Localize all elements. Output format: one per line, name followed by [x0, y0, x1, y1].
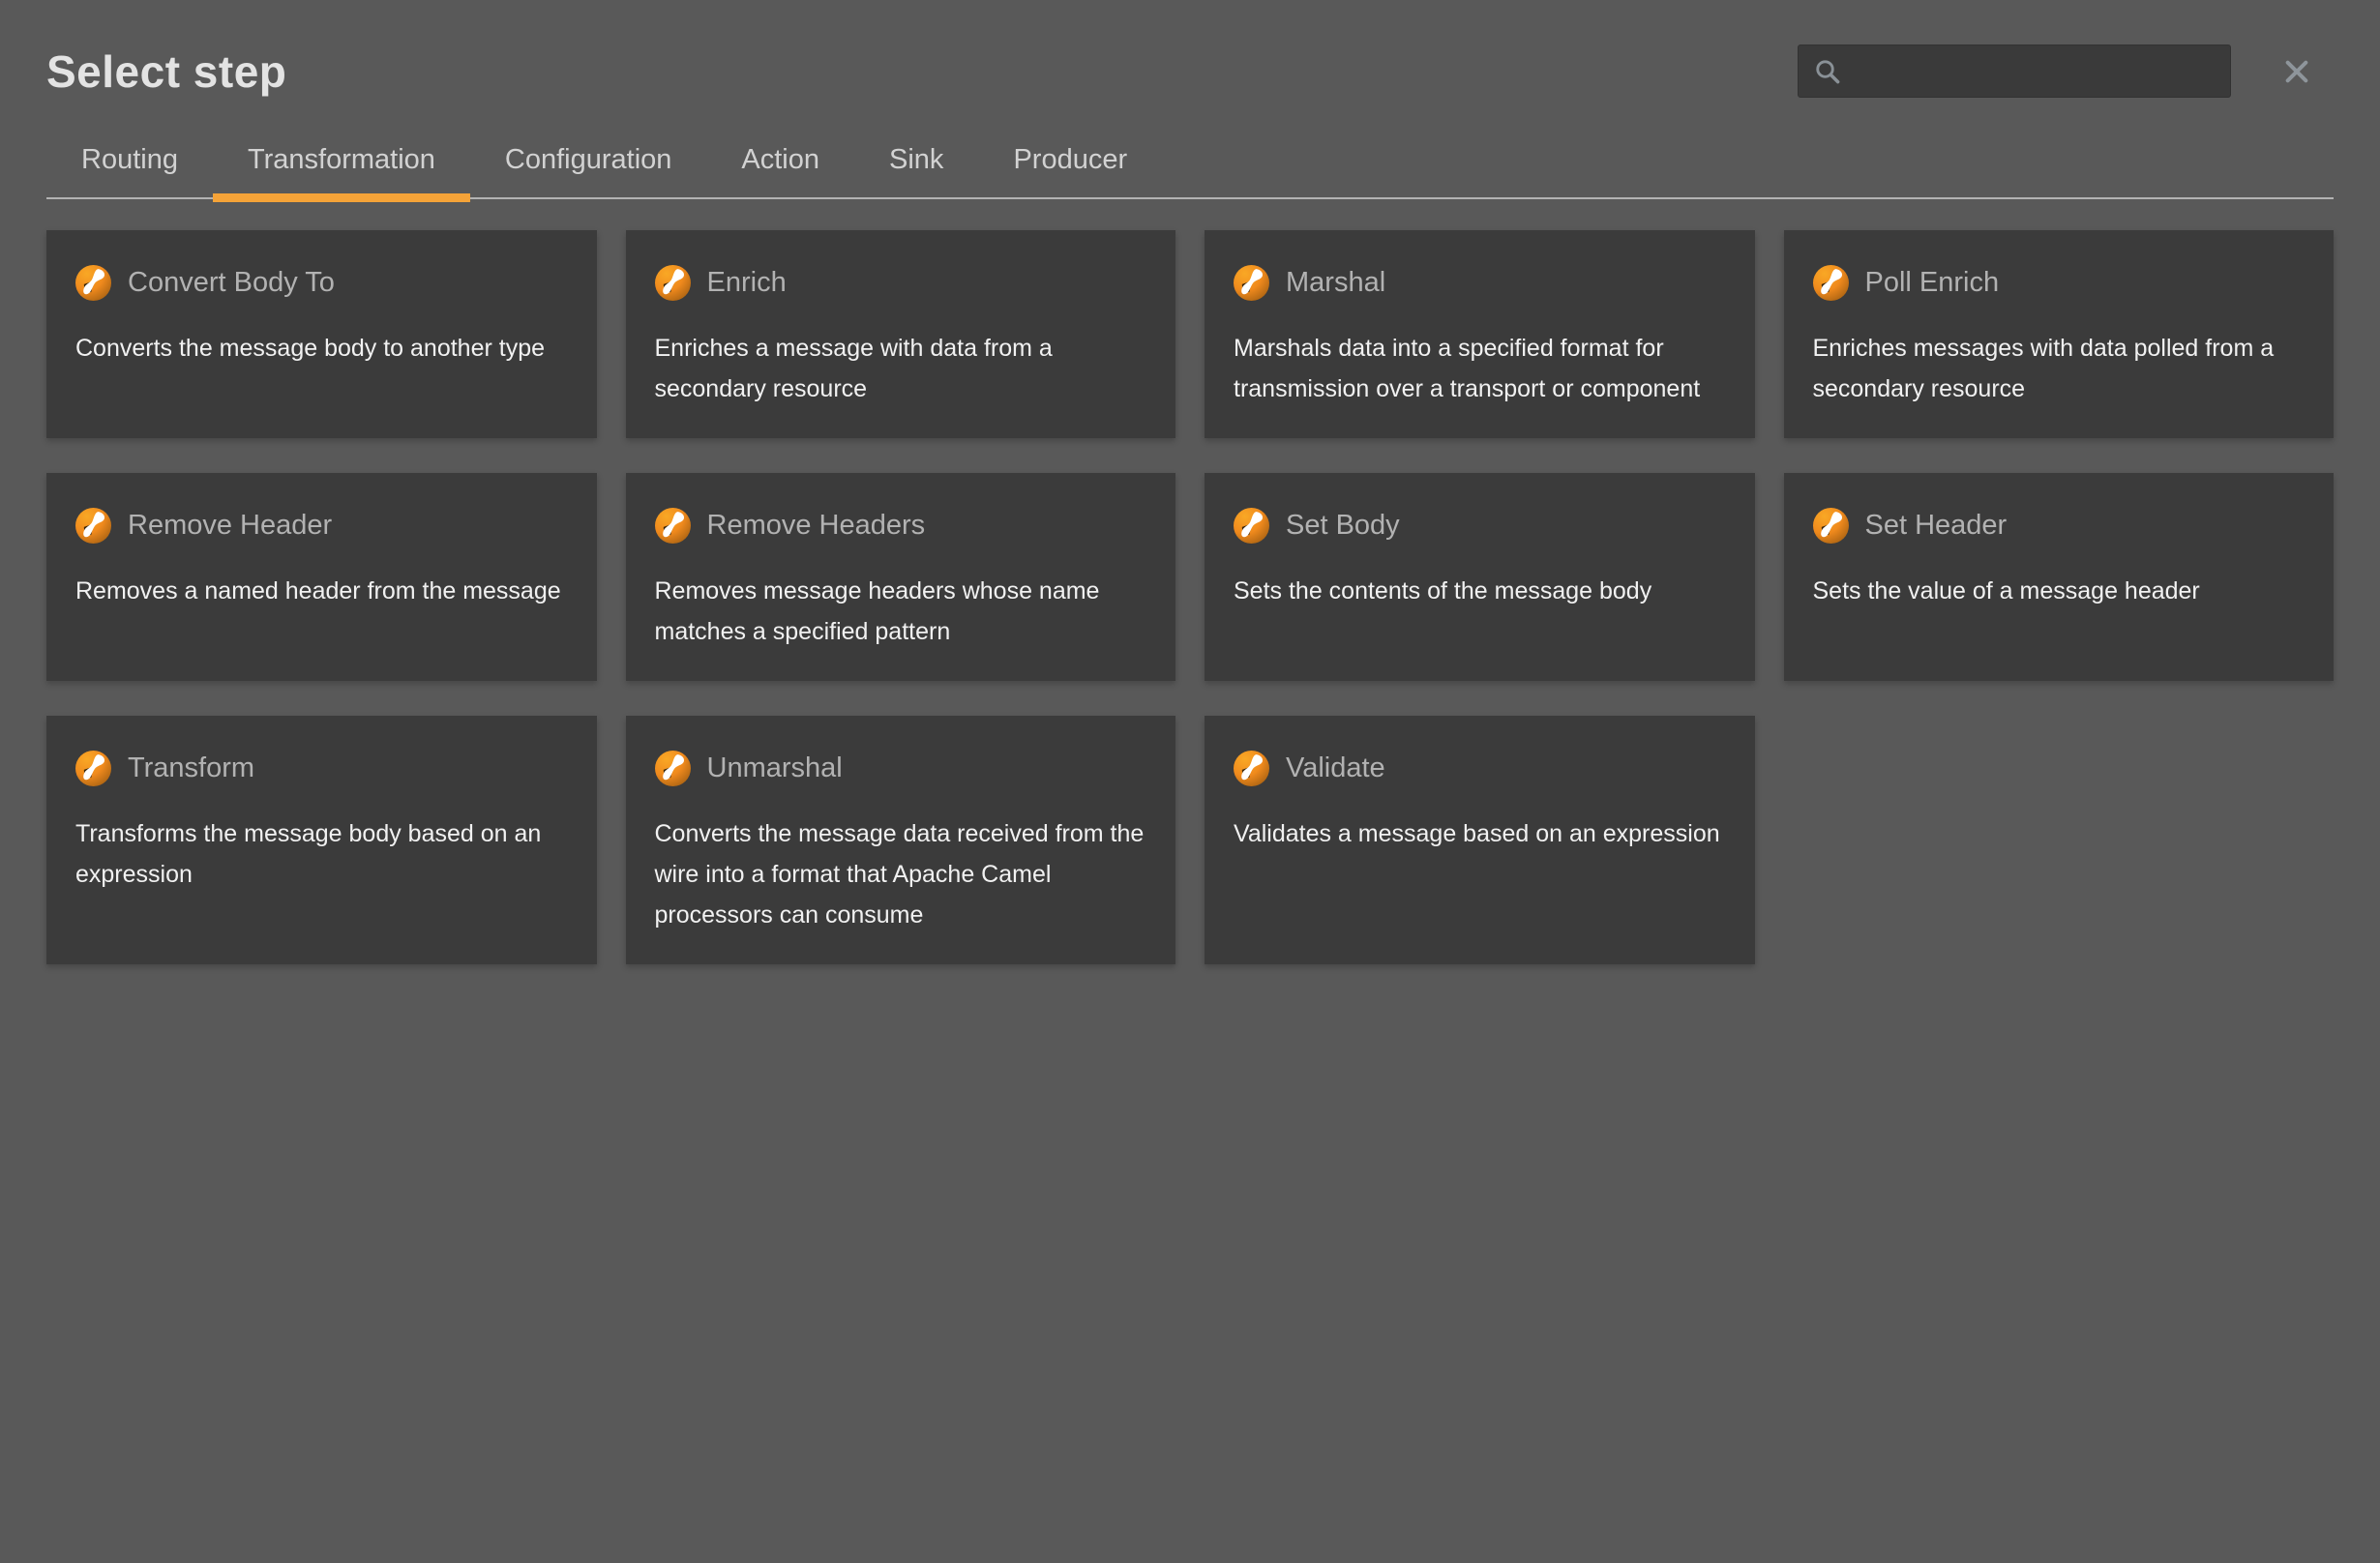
camel-icon [1234, 508, 1269, 544]
step-title: Poll Enrich [1865, 267, 2000, 299]
tab-label: Action [741, 144, 819, 175]
step-card-transform[interactable]: Transform Transforms the message body bas… [46, 716, 597, 964]
tab-producer[interactable]: Producer [978, 134, 1162, 197]
search-box [1798, 44, 2231, 98]
step-card-validate[interactable]: Validate Validates a message based on an … [1205, 716, 1755, 964]
camel-icon [655, 265, 691, 301]
step-description: Converts the message data received from … [655, 813, 1147, 935]
step-title: Convert Body To [128, 267, 335, 299]
step-title: Enrich [707, 267, 787, 299]
tab-label: Transformation [248, 144, 435, 175]
step-card-unmarshal[interactable]: Unmarshal Converts the message data recei… [626, 716, 1176, 964]
camel-icon [655, 751, 691, 786]
step-card-header: Set Body [1234, 508, 1726, 544]
tab-label: Producer [1013, 144, 1127, 175]
camel-icon [1234, 265, 1269, 301]
step-title: Transform [128, 752, 254, 784]
close-icon [2283, 58, 2310, 85]
step-card-remove-header[interactable]: Remove Header Removes a named header from… [46, 473, 597, 681]
step-title: Validate [1286, 752, 1385, 784]
step-card-header: Enrich [655, 265, 1147, 301]
step-card-header: Remove Headers [655, 508, 1147, 544]
step-description: Enriches a message with data from a seco… [655, 328, 1147, 409]
dialog-header: Select step [0, 0, 2380, 98]
step-card-header: Remove Header [75, 508, 568, 544]
step-title: Remove Header [128, 510, 332, 542]
step-card-header: Poll Enrich [1813, 265, 2306, 301]
tab-configuration[interactable]: Configuration [470, 134, 707, 197]
step-card-enrich[interactable]: Enrich Enriches a message with data from … [626, 230, 1176, 438]
camel-icon [655, 508, 691, 544]
step-card-remove-headers[interactable]: Remove Headers Removes message headers wh… [626, 473, 1176, 681]
step-card-header: Validate [1234, 751, 1726, 786]
step-description: Transforms the message body based on an … [75, 813, 568, 895]
step-title: Set Body [1286, 510, 1400, 542]
step-description: Removes message headers whose name match… [655, 571, 1147, 652]
step-card-marshal[interactable]: Marshal Marshals data into a specified fo… [1205, 230, 1755, 438]
step-card-header: Set Header [1813, 508, 2306, 544]
step-card-set-body[interactable]: Set Body Sets the contents of the message… [1205, 473, 1755, 681]
camel-icon [75, 265, 111, 301]
step-description: Enriches messages with data polled from … [1813, 328, 2306, 409]
step-description: Sets the contents of the message body [1234, 571, 1726, 611]
search-input[interactable] [1798, 44, 2231, 98]
tab-action[interactable]: Action [706, 134, 854, 197]
tab-label: Sink [889, 144, 943, 175]
step-card-header: Transform [75, 751, 568, 786]
step-title: Set Header [1865, 510, 2008, 542]
step-title: Remove Headers [707, 510, 926, 542]
page-title: Select step [46, 45, 1798, 98]
step-description: Converts the message body to another typ… [75, 328, 568, 369]
step-title: Unmarshal [707, 752, 843, 784]
tab-transformation[interactable]: Transformation [213, 134, 470, 197]
step-description: Sets the value of a message header [1813, 571, 2306, 611]
tab-label: Routing [81, 144, 178, 175]
camel-icon [75, 508, 111, 544]
step-card-header: Unmarshal [655, 751, 1147, 786]
step-card-header: Convert Body To [75, 265, 568, 301]
step-card-poll-enrich[interactable]: Poll Enrich Enriches messages with data p… [1784, 230, 2335, 438]
tab-routing[interactable]: Routing [46, 134, 213, 197]
camel-icon [75, 751, 111, 786]
step-grid: Convert Body To Converts the message body… [46, 230, 2334, 964]
tab-sink[interactable]: Sink [854, 134, 978, 197]
step-card-header: Marshal [1234, 265, 1726, 301]
tabs: Routing Transformation Configuration Action… [46, 134, 2334, 199]
tab-label: Configuration [505, 144, 672, 175]
step-card-convert-body-to[interactable]: Convert Body To Converts the message body… [46, 230, 597, 438]
camel-icon [1813, 508, 1849, 544]
step-description: Removes a named header from the message [75, 571, 568, 611]
close-button[interactable] [2276, 50, 2318, 93]
camel-icon [1234, 751, 1269, 786]
step-title: Marshal [1286, 267, 1385, 299]
camel-icon [1813, 265, 1849, 301]
step-description: Marshals data into a specified format fo… [1234, 328, 1726, 409]
step-description: Validates a message based on an expressi… [1234, 813, 1726, 854]
step-card-set-header[interactable]: Set Header Sets the value of a message he… [1784, 473, 2335, 681]
